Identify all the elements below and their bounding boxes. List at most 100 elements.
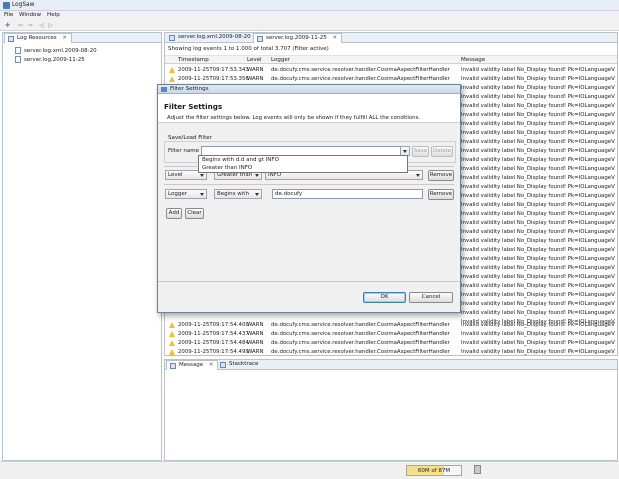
close-icon[interactable]: ✕ xyxy=(209,362,214,368)
save-filter-button[interactable]: Save xyxy=(412,146,429,157)
tab-log-xml[interactable]: server.log.xml.2009-08-20 xyxy=(166,33,255,43)
rule-operator-select[interactable]: Begins with xyxy=(214,189,262,199)
table-row[interactable]: 2009-11-25T09:17:53.356 WARN de.docufy.cms… xyxy=(165,75,617,84)
menu-file[interactable]: File xyxy=(4,12,13,18)
cell-message: Invalid validity label No_Display found!… xyxy=(461,331,615,337)
back-icon[interactable]: ⇦ xyxy=(17,22,24,29)
ok-button[interactable]: OK xyxy=(363,292,406,303)
dialog-description: Adjust the filter settings below. Log ev… xyxy=(167,115,421,121)
cell-message: Invalid validity label No_Display found!… xyxy=(461,301,615,307)
resource-item[interactable]: server.log.xml.2009-08-20 xyxy=(15,47,97,55)
log-summary: Showing log events 1 to 1.000 of total 3… xyxy=(168,46,329,52)
menubar: File Window Help xyxy=(0,11,619,20)
table-header: Timestamp Level Logger Message xyxy=(165,55,617,64)
heap-status[interactable]: 60M of 87M xyxy=(406,465,462,476)
cell-level: WARN xyxy=(247,349,264,355)
dialog-icon xyxy=(161,87,167,92)
close-icon[interactable]: ✕ xyxy=(62,35,67,41)
rule-operator-value: Begins with xyxy=(217,191,249,197)
delete-filter-button[interactable]: Delete xyxy=(431,146,453,157)
chevron-down-icon xyxy=(403,150,407,153)
tab-label: server.log.xml.2009-08-20 xyxy=(178,34,251,40)
tab-log-2009-11-25[interactable]: server.log.2009-11-25 ✕ xyxy=(253,33,343,43)
cell-message: Invalid validity label No_Display found!… xyxy=(461,157,615,163)
window-title: LogSaw xyxy=(12,2,35,8)
warning-icon xyxy=(169,331,175,337)
cell-message: Invalid validity label No_Display found!… xyxy=(461,112,615,118)
table-row[interactable]: 2009-11-25T09:17:54.484 WARN de.docufy.cms… xyxy=(165,339,617,348)
tab-stacktrace-label: Stacktrace xyxy=(229,361,259,367)
open-icon[interactable]: ✚ xyxy=(4,22,11,29)
log-resources-view: Log Resources ✕ server.log.xml.2009-08-2… xyxy=(2,32,162,461)
cell-message: Invalid validity label No_Display found!… xyxy=(461,340,615,346)
cell-message: Invalid validity label No_Display found!… xyxy=(461,139,615,145)
file-icon xyxy=(15,47,21,54)
rule-field-value: Logger xyxy=(168,191,187,197)
table-row[interactable]: 2009-11-25T09:17:53.343 WARN de.docufy.cms… xyxy=(165,66,617,75)
cell-message: Invalid validity label No_Display found!… xyxy=(461,94,615,100)
cell-timestamp: 2009-11-25T09:17:53.343 xyxy=(178,67,249,73)
toolbar: ✚ ⇦ ⇨ ◁ ▷ xyxy=(0,20,619,31)
cell-message: Invalid validity label No_Display found!… xyxy=(461,175,615,181)
dropdown-option[interactable]: Begins with d.d and gt INFO xyxy=(202,157,279,163)
menu-help[interactable]: Help xyxy=(47,12,60,18)
remove-rule-button[interactable]: Remove xyxy=(428,170,454,181)
nav-back-icon[interactable]: ◁ xyxy=(38,22,45,29)
cell-message: Invalid validity label No_Display found!… xyxy=(461,349,615,355)
cell-message: Invalid validity label No_Display found!… xyxy=(461,310,615,316)
cell-message: Invalid validity label No_Display found!… xyxy=(461,220,615,226)
column-header[interactable]: Timestamp xyxy=(178,57,209,63)
log-resources-tabstrip: Log Resources ✕ xyxy=(3,33,161,43)
cell-message: Invalid validity label No_Display found!… xyxy=(461,76,615,82)
warning-icon xyxy=(169,67,175,73)
nav-forward-icon[interactable]: ▷ xyxy=(47,22,54,29)
rule-field-select[interactable]: Logger xyxy=(165,189,207,199)
tab-message[interactable]: Message ✕ xyxy=(166,360,219,370)
file-icon xyxy=(169,35,175,41)
details-tabstrip: Message ✕ Stacktrace xyxy=(165,360,617,370)
cell-level: WARN xyxy=(247,67,264,73)
log-resources-icon xyxy=(8,36,14,42)
chevron-down-icon xyxy=(200,193,204,196)
cell-timestamp: 2009-11-25T09:17:53.356 xyxy=(178,76,249,82)
add-rule-button[interactable]: Add xyxy=(166,208,182,219)
dialog-window-title: Filter Settings xyxy=(170,86,209,92)
cell-logger: de.docufy.cms.service.resolver.handler.C… xyxy=(271,349,450,355)
cell-message: Invalid validity label No_Display found!… xyxy=(461,283,615,289)
table-row[interactable]: 2009-11-25T09:17:54.499 WARN de.docufy.cms… xyxy=(165,348,617,357)
cell-logger: de.docufy.cms.service.resolver.handler.C… xyxy=(271,67,450,73)
cell-message: Invalid validity label No_Display found!… xyxy=(461,322,615,328)
remove-rule-button[interactable]: Remove xyxy=(428,189,454,200)
cell-message: Invalid validity label No_Display found!… xyxy=(461,211,615,217)
column-header[interactable]: Logger xyxy=(271,57,290,63)
column-header[interactable]: Message xyxy=(461,57,485,63)
tab-log-resources-label: Log Resources xyxy=(17,35,57,41)
tab-log-resources[interactable]: Log Resources ✕ xyxy=(4,33,73,43)
stacktrace-icon xyxy=(220,362,226,368)
cell-message: Invalid validity label No_Display found!… xyxy=(461,85,615,91)
menu-window[interactable]: Window xyxy=(19,12,41,18)
close-icon[interactable]: ✕ xyxy=(333,35,338,41)
chevron-down-icon xyxy=(200,174,204,177)
resource-item[interactable]: server.log.2009-11-25 xyxy=(15,56,85,64)
tab-stacktrace[interactable]: Stacktrace xyxy=(217,360,262,370)
cell-level: WARN xyxy=(247,76,264,82)
forward-icon[interactable]: ⇨ xyxy=(27,22,34,29)
separator xyxy=(158,281,460,282)
cell-message: Invalid validity label No_Display found!… xyxy=(461,274,615,280)
table-row[interactable]: 2009-11-25T09:17:54.437 WARN de.docufy.cms… xyxy=(165,330,617,339)
resource-item-label: server.log.xml.2009-08-20 xyxy=(24,48,97,54)
cell-logger: de.docufy.cms.service.resolver.handler.C… xyxy=(271,340,450,346)
column-header[interactable]: Level xyxy=(247,57,262,63)
filter-settings-dialog: Filter Settings Filter Settings Adjust t… xyxy=(157,84,461,313)
cancel-button[interactable]: Cancel xyxy=(409,292,453,303)
separator xyxy=(164,184,454,185)
table-row[interactable]: 2009-11-25T09:17:54.400 WARN de.docufy.cms… xyxy=(165,321,617,330)
dropdown-option[interactable]: Greater than INFO xyxy=(202,165,252,171)
cell-message: Invalid validity label No_Display found!… xyxy=(461,229,615,235)
rule-value-input[interactable]: de.docufy xyxy=(272,189,423,199)
tab-message-label: Message xyxy=(179,362,204,368)
garbage-collect-icon[interactable] xyxy=(474,465,481,474)
clear-rules-button[interactable]: Clear xyxy=(185,208,204,219)
cell-message: Invalid validity label No_Display found!… xyxy=(461,247,615,253)
